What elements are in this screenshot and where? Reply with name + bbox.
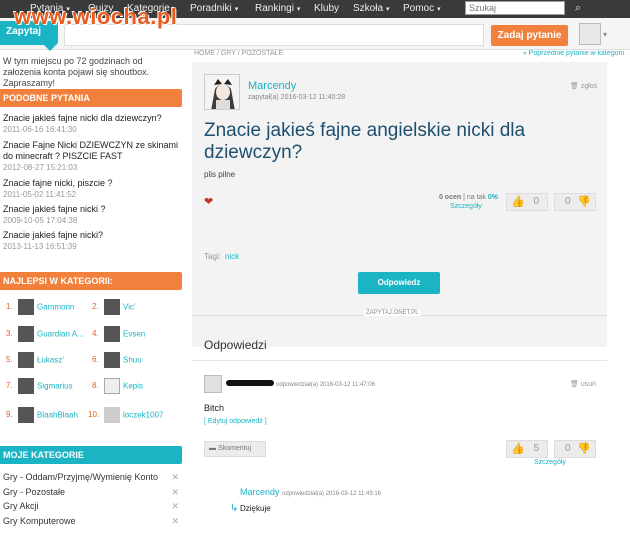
comment-author[interactable]: Marcendy odpowiedział(a) 2016-03-12 11:4… [240,487,381,497]
avatar [18,378,34,394]
similar-questions-heading: PODOBNE PYTANIA [0,89,182,107]
avatar [18,299,34,315]
best-user[interactable]: 7. Sigmarius [6,378,73,396]
question-tags: Tagi: nick [204,252,240,261]
close-icon[interactable]: ✕ [171,487,179,498]
answer-body: Bitch [204,403,225,413]
vote-down-button[interactable]: 0 👎 [554,193,596,211]
thumbs-up-icon: 👍 [511,196,525,208]
similar-question[interactable]: Znacie Fajne Nicki DZIEWCZYN ze skinami … [3,140,181,173]
avatar [104,299,120,315]
divider [192,360,607,361]
thumbs-up-icon: 👍 [511,443,525,455]
vote-up-button[interactable]: 👍 5 [506,440,548,458]
anime-avatar-icon [205,75,239,109]
answers-heading: Odpowiedzi [204,338,267,352]
best-user[interactable]: 3. Guardian A... [6,326,84,344]
sidebar: W tym miejscu po 72 godzinach od założen… [0,50,184,535]
my-category-item[interactable]: Gry - Pozostałe ✕ [3,487,179,497]
tag-link[interactable]: nick [225,252,239,261]
report-link[interactable]: 🗑 zgłoś [570,82,597,90]
avatar [104,352,120,368]
similar-question[interactable]: Znacie fajne nicki, piszcie ? 2011-05-02 … [3,178,181,200]
best-in-category-heading: NAJLEPSI W KATEGORII: [0,272,182,290]
rating-details-link[interactable]: Szczegóły [450,203,482,210]
best-user[interactable]: 1. Gammorin [6,299,74,317]
comment-icon: ▬ [209,445,216,452]
nav-pomoc[interactable]: Pomoc ▾ [403,3,441,14]
edit-answer-link[interactable]: [ Edytuj odpowiedź ] [204,418,267,425]
close-icon[interactable]: ✕ [171,501,179,512]
close-icon[interactable]: ✕ [171,516,179,527]
wiocha-watermark: www.wiocha.pl [14,4,178,29]
avatar [18,407,34,423]
heart-icon[interactable]: ❤ [204,195,213,208]
best-user[interactable]: 2. Vic' [92,299,136,317]
vote-down-button[interactable]: 0 👎 [554,440,596,458]
question-card: Marcendy zapytał(a) 2016-03-12 11:40:28 … [192,62,607,347]
trash-icon: 🗑 [570,83,579,90]
rating-summary: 0 ocen | na tak 0% [438,194,498,201]
similar-question[interactable]: Znacie jakieś fajne nicki ? 2009-10-05 17… [3,204,181,226]
question-date: zapytał(a) 2016-03-12 11:40:28 [248,94,346,101]
my-category-item[interactable]: Gry - Oddam/Przyjmę/Wymienię Konto ✕ [3,472,179,482]
question-title: Znacie jakieś fajne angielskie nicki dla… [204,120,526,163]
avatar [18,326,34,342]
chevron-down-icon[interactable]: ▾ [603,30,607,39]
rating-details-link[interactable]: Szczegóły [534,459,566,466]
main-content: HOME / GRY / POZOSTAŁE « Poprzednie pytan… [192,50,630,535]
similar-question[interactable]: Znacie jakieś fajne nicki? 2013-11-13 16:… [3,230,181,252]
comment-body: Dziękuje [240,504,271,513]
my-category-item[interactable]: Gry Komputerowe ✕ [3,516,179,526]
author-avatar[interactable] [204,74,240,110]
similar-question[interactable]: Znacie jakieś fajne nicki dla dziewczyn?… [3,113,181,135]
thumbs-down-icon: 👎 [577,196,591,208]
answer-date: odpowiedział(a) 2016-03-12 11:47:06 [276,382,375,388]
best-user[interactable]: 8. Kepis [92,378,143,396]
ask-question-button[interactable]: Zadaj pytanie [491,25,568,46]
vote-up-button[interactable]: 👍 0 [506,193,548,211]
search-icon[interactable]: ⌕ [575,2,589,16]
user-avatar[interactable] [579,23,601,45]
answer-author-avatar[interactable] [204,375,222,393]
avatar [104,378,120,394]
thumbs-down-icon: 👎 [577,443,591,455]
nav-kluby[interactable]: Kluby [314,3,339,14]
previous-question-link[interactable]: « Poprzednie pytanie w kategorii [523,50,624,57]
search-input[interactable]: Szukaj [465,1,565,15]
avatar [18,352,34,368]
answer-button[interactable]: Odpowiedz [358,272,440,294]
breadcrumb: HOME / GRY / POZOSTAŁE « Poprzednie pytan… [194,50,624,57]
my-category-item[interactable]: Gry Akcji ✕ [3,501,179,511]
section-separator-label: ZAPYTAJ.ONET.PL [364,310,421,316]
redacted-author-name [226,380,274,386]
best-user[interactable]: 10. loczek1007 [88,407,163,425]
best-user[interactable]: 4. Evsen [92,326,145,344]
best-user[interactable]: 6. Shuu [92,352,142,370]
trash-icon: 🗑 [570,381,579,388]
nav-poradniki[interactable]: Poradniki ▾ [190,3,238,14]
avatar [104,407,120,423]
comment-button[interactable]: ▬ Skomentuj [204,441,266,457]
reply-arrow-icon: ↳ [230,503,239,514]
question-body: plis pilne [204,170,236,179]
best-user[interactable]: 9. BlaahBlaah [6,407,78,425]
nav-szkola[interactable]: Szkoła ▾ [353,3,390,14]
my-categories-heading: MOJE KATEGORIE [0,446,182,464]
close-icon[interactable]: ✕ [171,472,179,483]
best-user[interactable]: 5. Łukasz' [6,352,64,370]
question-author[interactable]: Marcendy [248,80,296,92]
delete-link[interactable]: 🗑 usuń [570,380,596,388]
shoutbox-notice: W tym miejscu po 72 godzinach od założen… [3,56,150,88]
nav-rankingi[interactable]: Rankingi ▾ [255,3,300,14]
avatar [104,326,120,342]
